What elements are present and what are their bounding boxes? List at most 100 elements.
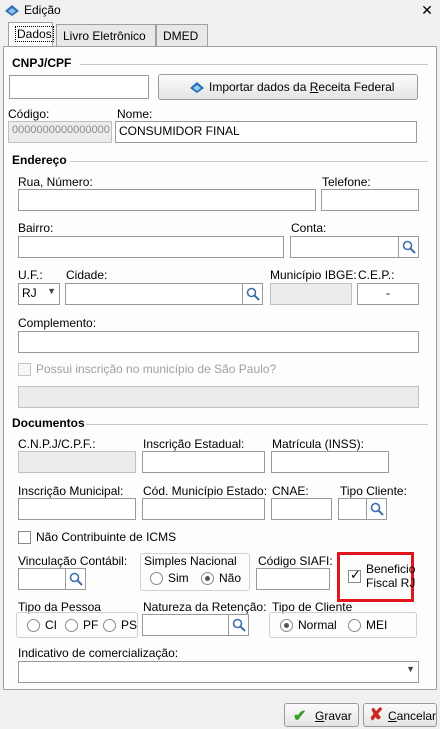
cnpj-cpf-input[interactable] [9, 75, 149, 99]
beneficio-fiscal-label: Beneficio Fiscal RJ [366, 562, 416, 590]
bairro-input[interactable] [18, 236, 284, 258]
indicativo-select[interactable]: ▼ [18, 661, 419, 683]
search-icon [246, 287, 260, 301]
uf-select[interactable]: RJ ▼ [18, 283, 60, 305]
beneficio-fiscal-checkbox[interactable]: ✓ [348, 567, 361, 583]
tab-dados[interactable]: Dados [8, 22, 54, 47]
cnae-input[interactable] [271, 498, 332, 520]
section-title-endereco: Endereço [12, 153, 67, 167]
simples-nao-label: Não [219, 571, 242, 585]
cnpj-cpf-doc-field [18, 451, 136, 473]
divider [80, 64, 428, 65]
codigo-siafi-label: Código SIAFI: [258, 554, 333, 568]
telefone-input[interactable] [321, 189, 419, 211]
telefone-label: Telefone: [322, 175, 371, 189]
simples-nao-radio[interactable] [201, 572, 214, 585]
pessoa-ps-label: PS [121, 618, 138, 632]
search-icon [69, 572, 83, 586]
vinculacao-label: Vinculação Contábil: [18, 554, 128, 568]
pessoa-ci-label: CI [45, 618, 57, 632]
cidade-search-button[interactable] [243, 283, 263, 305]
inscricao-municipal-input[interactable] [18, 498, 136, 520]
pessoa-ps-radio[interactable] [103, 619, 116, 632]
inscricao-municipal-label: Inscrição Municipal: [18, 484, 124, 498]
cancel-icon: ✘ [369, 705, 384, 724]
check-icon: ✔ [293, 708, 307, 725]
nome-label: Nome: [117, 107, 153, 121]
pessoa-ci-radio[interactable] [27, 619, 40, 632]
divider [86, 424, 428, 425]
gravar-button[interactable]: ✔ Gravar [284, 703, 359, 727]
nao-contribuinte-checkbox[interactable] [18, 531, 31, 544]
simples-nacional-label: Simples Nacional [144, 554, 237, 568]
search-icon [370, 502, 384, 516]
tipo-pessoa-group: CI PF PS [16, 612, 138, 638]
cidade-label: Cidade: [66, 268, 108, 282]
municipio-ibge-field [270, 283, 352, 305]
natureza-retencao-label: Natureza da Retenção: [143, 600, 267, 614]
cep-label: C.E.P.: [358, 268, 395, 282]
title-bar: Edição ✕ [0, 0, 440, 20]
tab-livro-eletronico[interactable]: Livro Eletrônico [56, 24, 156, 46]
municipio-ibge-label: Município IBGE: [270, 268, 357, 282]
natureza-search-button[interactable] [229, 614, 249, 636]
cliente-mei-label: MEI [366, 618, 388, 632]
matricula-input[interactable] [271, 451, 389, 473]
vinculacao-search-button[interactable] [66, 568, 86, 590]
conta-label: Conta: [291, 221, 327, 235]
close-icon[interactable]: ✕ [418, 1, 436, 19]
codigo-field: 0000000000000000 [8, 121, 112, 143]
vinculacao-input[interactable] [18, 568, 66, 590]
complemento-label: Complemento: [18, 316, 97, 330]
tipo-cliente-label: Tipo Cliente: [340, 484, 407, 498]
indicativo-label: Indicativo de comercialização: [18, 646, 179, 660]
chevron-down-icon: ▼ [47, 286, 56, 296]
cod-municipio-input[interactable] [142, 498, 265, 520]
conta-input[interactable] [290, 236, 399, 258]
tipo-de-cliente-group: Normal MEI [269, 612, 417, 638]
tipo-cliente-input[interactable] [338, 498, 367, 520]
cliente-normal-label: Normal [298, 618, 337, 632]
search-icon [402, 240, 416, 254]
rua-input[interactable] [18, 189, 316, 211]
check-icon: ✓ [350, 567, 361, 582]
divider [70, 161, 428, 162]
codigo-label: Código: [8, 107, 50, 121]
import-receita-button[interactable]: Importar dados da Receita Federal [158, 74, 418, 100]
sp-inscricao-checkbox[interactable] [18, 363, 31, 376]
cancelar-button[interactable]: ✘ Cancelar [363, 703, 437, 727]
simples-sim-label: Sim [168, 571, 189, 585]
simples-nacional-group: Simples Nacional Sim Não [140, 553, 250, 591]
tipo-cliente-search-button[interactable] [367, 498, 387, 520]
pessoa-pf-radio[interactable] [65, 619, 78, 632]
bairro-label: Bairro: [18, 221, 54, 235]
window-title: Edição [24, 3, 61, 17]
natureza-retencao-input[interactable] [142, 614, 229, 636]
cnpj-cpf-label: C.N.P.J/C.P.F.: [18, 437, 96, 451]
cep-input[interactable]: - [357, 283, 419, 305]
app-icon [5, 5, 19, 16]
inscricao-estadual-input[interactable] [142, 451, 265, 473]
cidade-input[interactable] [65, 283, 243, 305]
simples-sim-radio[interactable] [150, 572, 163, 585]
nome-input[interactable]: CONSUMIDOR FINAL [115, 121, 417, 143]
section-title-cnpj: CNPJ/CPF [12, 56, 72, 70]
cliente-mei-radio[interactable] [348, 619, 361, 632]
codigo-siafi-input[interactable] [256, 568, 330, 590]
cliente-normal-radio[interactable] [280, 619, 293, 632]
chevron-down-icon: ▼ [406, 664, 415, 674]
section-title-documentos: Documentos [12, 416, 85, 430]
search-icon [232, 618, 246, 632]
matricula-label: Matrícula (INSS): [272, 437, 365, 451]
nao-contribuinte-label: Não Contribuinte de ICMS [36, 530, 177, 544]
inscricao-estadual-label: Inscrição Estadual: [143, 437, 245, 451]
sp-inscricao-label: Possui inscrição no município de São Pau… [36, 362, 277, 376]
sp-inscricao-field [18, 386, 419, 408]
conta-search-button[interactable] [399, 236, 419, 258]
uf-label: U.F.: [18, 268, 43, 282]
pessoa-pf-label: PF [83, 618, 99, 632]
complemento-input[interactable] [18, 331, 419, 353]
rua-label: Rua, Número: [18, 175, 93, 189]
tab-dmed[interactable]: DMED [156, 24, 208, 46]
cnae-label: CNAE: [272, 484, 309, 498]
